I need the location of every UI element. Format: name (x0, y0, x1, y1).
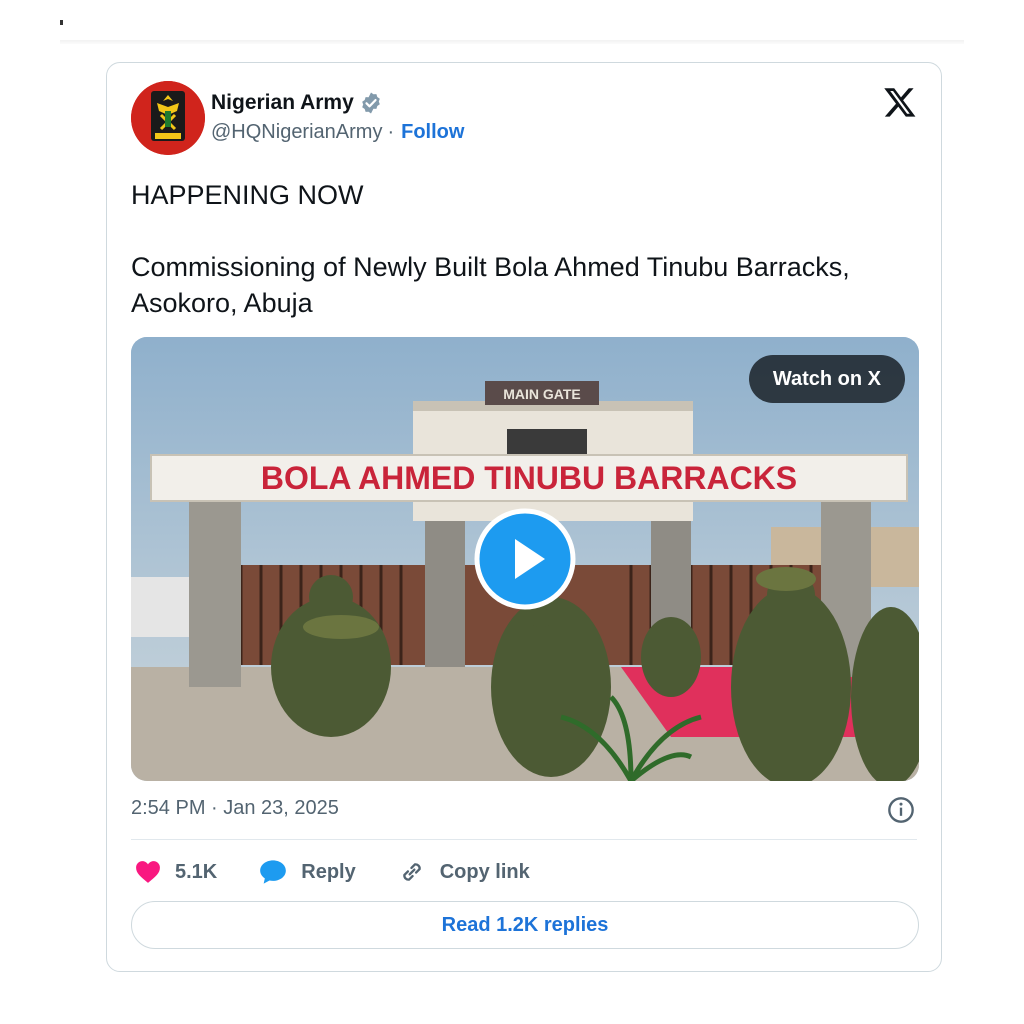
top-divider (60, 40, 964, 44)
x-logo-icon[interactable] (883, 85, 917, 119)
copy-link-label: Copy link (439, 860, 530, 883)
top-mark (60, 20, 63, 25)
embedded-tweet-card[interactable]: Nigerian Army @HQNigerianArmy · Follow H… (106, 62, 942, 972)
reply-bubble-icon (260, 860, 287, 884)
reply-button[interactable]: Reply (259, 859, 356, 885)
avatar[interactable] (131, 81, 205, 155)
tweet-line-body: Commissioning of Newly Built Bola Ahmed … (131, 252, 850, 318)
author-block: Nigerian Army @HQNigerianArmy · Follow (211, 89, 464, 144)
copy-link-button[interactable]: Copy link (398, 858, 530, 886)
link-icon (402, 863, 421, 881)
heart-icon (136, 861, 160, 883)
barracks-sign-text: BOLA AHMED TINUBU BARRACKS (261, 460, 797, 496)
action-bar: 5.1K Reply Copy link (135, 857, 572, 887)
like-count: 5.1K (175, 860, 218, 883)
tweet-line-headline: HAPPENING NOW (131, 180, 364, 210)
author-name[interactable]: Nigerian Army (211, 91, 354, 115)
read-replies-button[interactable]: Read 1.2K replies (131, 901, 919, 949)
reply-label: Reply (301, 860, 356, 883)
author-handle[interactable]: @HQNigerianArmy (211, 121, 382, 144)
verified-badge-icon (361, 92, 380, 114)
main-gate-sign: MAIN GATE (503, 386, 581, 402)
tweet-timestamp[interactable]: 2:54 PM · Jan 23, 2025 (131, 797, 339, 820)
follow-link[interactable]: Follow (401, 121, 464, 144)
info-icon[interactable] (887, 796, 915, 824)
handle-separator: · (387, 121, 395, 143)
like-button[interactable]: 5.1K (135, 860, 217, 884)
play-icon[interactable] (473, 507, 577, 611)
video-media[interactable]: MAIN GATE BOLA AHMED TINUBU BARRACKS Wat… (131, 337, 919, 781)
tweet-text: HAPPENING NOW Commissioning of Newly Bui… (131, 177, 911, 321)
watch-on-x-button[interactable]: Watch on X (748, 355, 905, 403)
divider (131, 839, 917, 840)
army-crest-logo (131, 81, 205, 155)
